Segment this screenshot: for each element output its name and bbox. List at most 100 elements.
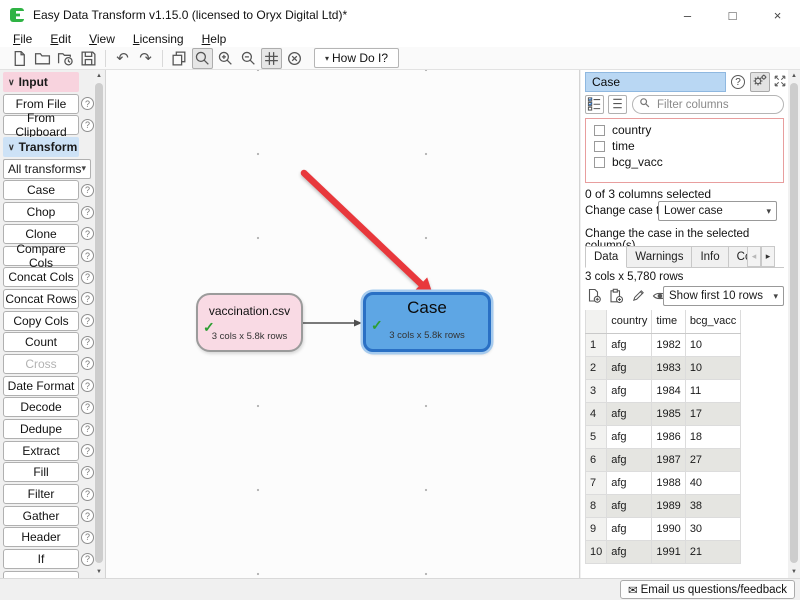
column-header-country[interactable]: country: [607, 310, 652, 333]
tab-warnings[interactable]: Warnings: [627, 246, 692, 267]
copy-data-button[interactable]: [584, 287, 604, 307]
checkbox[interactable]: [594, 125, 605, 136]
expand-panel-button[interactable]: [772, 72, 788, 92]
grid-toggle-button[interactable]: [261, 48, 282, 69]
scroll-up-icon[interactable]: ▲: [788, 70, 800, 82]
sidebar-button-filter[interactable]: Filter: [3, 484, 79, 504]
help-icon[interactable]: ?: [81, 227, 94, 240]
duplicate-button[interactable]: [169, 48, 190, 69]
undo-button[interactable]: ↶: [112, 48, 133, 69]
sidebar-button-if[interactable]: If: [3, 549, 79, 569]
sidebar-button-from-clipboard[interactable]: From Clipboard: [3, 115, 79, 135]
help-icon[interactable]: ?: [81, 119, 94, 132]
sidebar-button-copy-cols[interactable]: Copy Cols: [3, 311, 79, 331]
list-view-button[interactable]: [608, 95, 627, 114]
checkbox[interactable]: [594, 157, 605, 168]
checkbox[interactable]: [594, 141, 605, 152]
menu-licensing[interactable]: Licensing: [124, 32, 193, 46]
tab-data[interactable]: Data: [585, 246, 627, 268]
right-panel-scrollbar-thumb[interactable]: [790, 83, 798, 563]
column-header-time[interactable]: time: [652, 310, 685, 333]
tab-info[interactable]: Info: [692, 246, 728, 267]
save-button[interactable]: [78, 48, 99, 69]
sidebar-button-count[interactable]: Count: [3, 332, 79, 352]
select-columns-button[interactable]: [585, 95, 604, 114]
help-icon[interactable]: ?: [81, 401, 94, 414]
node-vaccination-csv[interactable]: vaccination.csv ✓ 3 cols x 5.8k rows: [196, 293, 303, 352]
filter-columns-input[interactable]: [655, 98, 765, 112]
transform-filter-dropdown[interactable]: All transforms▾: [3, 159, 91, 179]
menu-view[interactable]: View: [80, 32, 124, 46]
sidebar-button-concat-rows[interactable]: Concat Rows: [3, 289, 79, 309]
redo-button[interactable]: ↷: [135, 48, 156, 69]
sidebar-button-gather[interactable]: Gather: [3, 506, 79, 526]
help-icon[interactable]: ?: [81, 184, 94, 197]
help-icon[interactable]: ?: [81, 379, 94, 392]
node-case[interactable]: Case ✓ 3 cols x 5.8k rows: [363, 292, 491, 352]
help-button[interactable]: ?: [728, 72, 748, 92]
change-case-dropdown[interactable]: Lower case ▾: [658, 201, 777, 221]
section-header-transform[interactable]: ∨Transform: [3, 137, 79, 157]
right-panel-scrollbar[interactable]: ▲ ▼: [788, 70, 800, 578]
help-icon[interactable]: ?: [81, 271, 94, 284]
column-header-bcg_vacc[interactable]: bcg_vacc: [685, 310, 740, 333]
tab-prev-icon[interactable]: ◂: [747, 246, 761, 267]
cancel-button[interactable]: [284, 48, 305, 69]
filter-columns-field[interactable]: [632, 95, 784, 114]
sidebar-button-header[interactable]: Header: [3, 527, 79, 547]
help-icon[interactable]: ?: [81, 206, 94, 219]
sidebar-button-compare-cols[interactable]: Compare Cols: [3, 246, 79, 266]
help-icon[interactable]: ?: [81, 292, 94, 305]
zoom-in-button[interactable]: [215, 48, 236, 69]
sidebar-button-fill[interactable]: Fill: [3, 462, 79, 482]
scroll-down-icon[interactable]: ▼: [94, 566, 104, 578]
help-icon[interactable]: ?: [81, 249, 94, 262]
scroll-down-icon[interactable]: ▼: [788, 566, 800, 578]
show-rows-dropdown[interactable]: Show first 10 rows ▾: [663, 286, 784, 306]
help-icon[interactable]: ?: [81, 553, 94, 566]
help-icon[interactable]: ?: [81, 357, 94, 370]
help-icon[interactable]: ?: [81, 488, 94, 501]
tab-next-icon[interactable]: ▸: [761, 246, 775, 267]
sidebar-button-chop[interactable]: Chop: [3, 202, 79, 222]
open-recent-button[interactable]: [55, 48, 76, 69]
email-feedback-button[interactable]: ✉ Email us questions/feedback: [620, 580, 795, 599]
help-icon[interactable]: ?: [81, 444, 94, 457]
help-icon[interactable]: ?: [81, 336, 94, 349]
column-item-bcg_vacc: bcg_vacc: [594, 154, 783, 170]
help-icon[interactable]: ?: [81, 531, 94, 544]
sidebar-button-concat-cols[interactable]: Concat Cols: [3, 267, 79, 287]
paste-data-button[interactable]: [606, 287, 626, 307]
sidebar-button-date-format[interactable]: Date Format: [3, 376, 79, 396]
menu-edit[interactable]: Edit: [41, 32, 80, 46]
close-button[interactable]: ×: [755, 0, 800, 30]
minimize-button[interactable]: –: [665, 0, 710, 30]
scroll-up-icon[interactable]: ▲: [94, 70, 104, 82]
sidebar-button-case[interactable]: Case: [3, 180, 79, 200]
help-icon[interactable]: ?: [81, 314, 94, 327]
sidebar-button-partial[interactable]: [3, 571, 79, 578]
help-icon[interactable]: ?: [81, 509, 94, 522]
zoom-tool-button[interactable]: [192, 48, 213, 69]
help-icon[interactable]: ?: [81, 423, 94, 436]
menu-help[interactable]: Help: [193, 32, 236, 46]
help-icon[interactable]: ?: [81, 97, 94, 110]
menu-file[interactable]: File: [4, 32, 41, 46]
new-file-button[interactable]: [9, 48, 30, 69]
open-file-button[interactable]: [32, 48, 53, 69]
maximize-button[interactable]: □: [710, 0, 755, 30]
how-do-i-button[interactable]: ▾ How Do I?: [314, 48, 399, 68]
sidebar-button-extract[interactable]: Extract: [3, 441, 79, 461]
sidebar-button-decode[interactable]: Decode: [3, 397, 79, 417]
sidebar-button-dedupe[interactable]: Dedupe: [3, 419, 79, 439]
sidebar-scrollbar-thumb[interactable]: [95, 83, 103, 563]
help-icon[interactable]: ?: [81, 466, 94, 479]
section-header-input[interactable]: ∨Input: [3, 72, 79, 92]
section-label: Transform: [19, 140, 78, 154]
zoom-out-button[interactable]: [238, 48, 259, 69]
edit-data-button[interactable]: [628, 287, 648, 307]
row-number-header[interactable]: [586, 310, 607, 333]
settings-button[interactable]: [750, 72, 770, 92]
sidebar-scrollbar[interactable]: ▲ ▼: [94, 70, 104, 578]
canvas[interactable]: vaccination.csv ✓ 3 cols x 5.8k rows Cas…: [105, 70, 580, 578]
